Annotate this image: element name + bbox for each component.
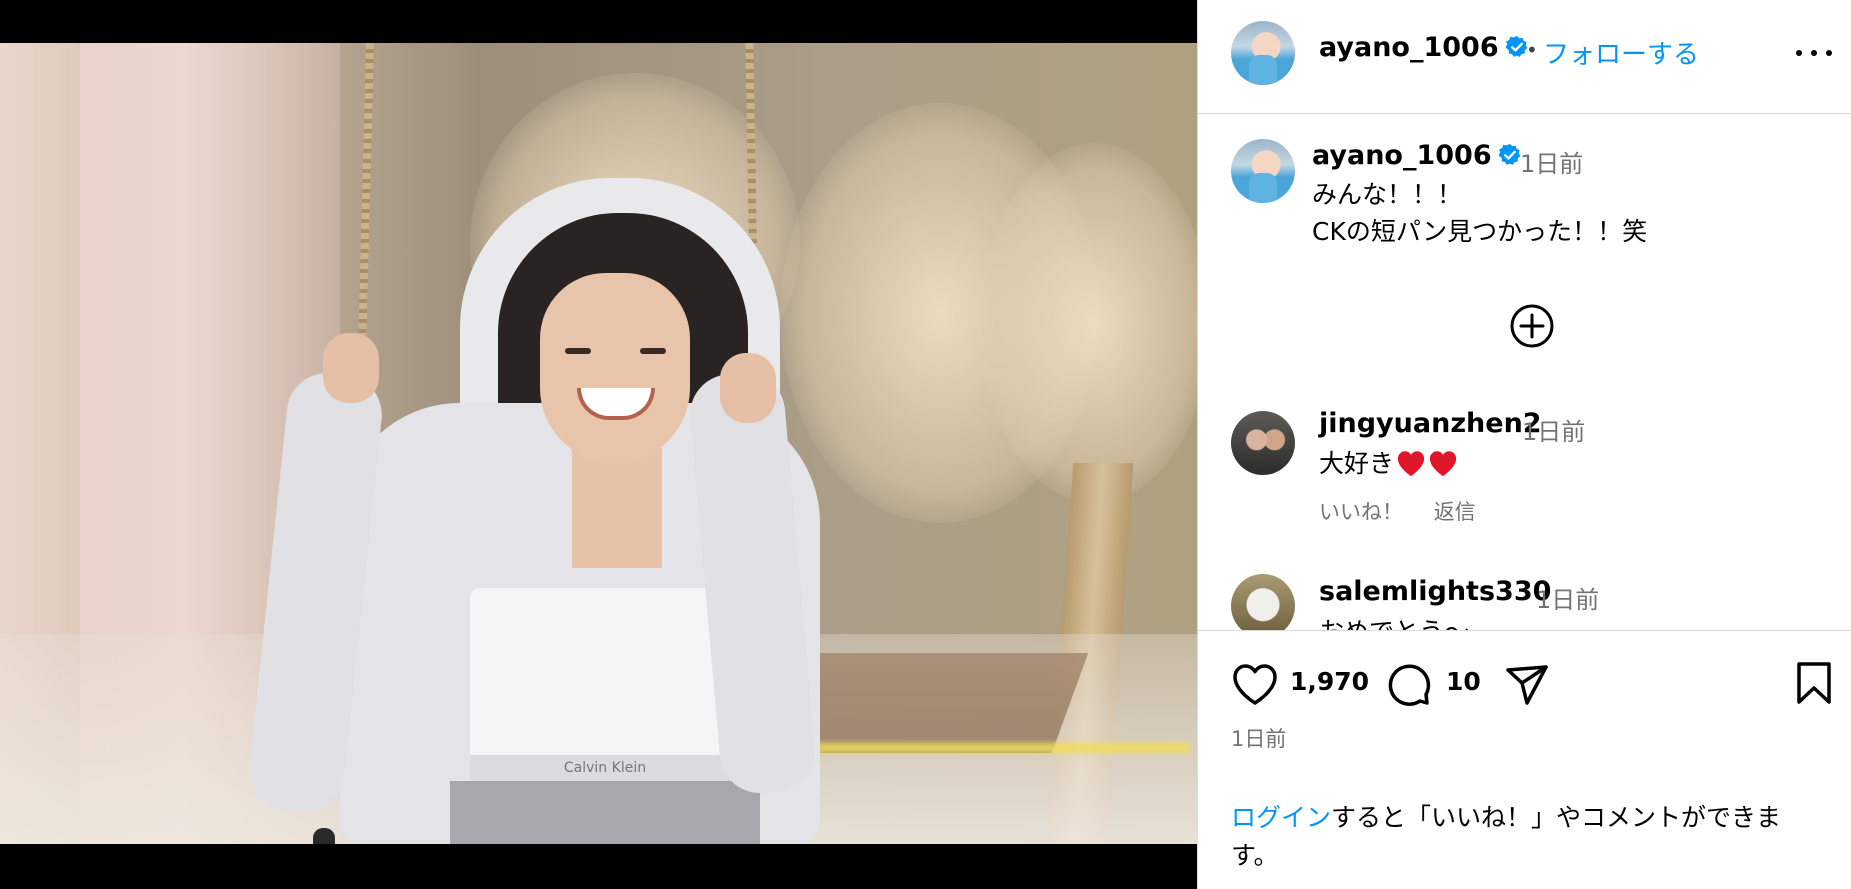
eye bbox=[640, 348, 666, 354]
hand bbox=[720, 353, 776, 423]
commenter-avatar[interactable] bbox=[1231, 574, 1295, 630]
save-bookmark-icon[interactable] bbox=[1794, 660, 1834, 706]
post-sidebar: ayano_1006 • フォローする ayano_1006 1日前 みんな！！… bbox=[1197, 0, 1851, 889]
pampas-grass bbox=[980, 143, 1197, 503]
share-paper-plane-icon[interactable] bbox=[1504, 662, 1550, 708]
post-actions: 1,970 10 1日前 ログインすると「いいね！」やコメントができます。 bbox=[1198, 630, 1851, 889]
like-heart-icon[interactable] bbox=[1231, 661, 1279, 707]
post-photo: Calvin Klein bbox=[0, 43, 1197, 844]
comment-text-body: 大好き bbox=[1319, 449, 1395, 478]
instagram-post-view: Calvin Klein ayano_1006 • フォローする ayano_1… bbox=[0, 0, 1851, 889]
post-header: ayano_1006 • フォローする bbox=[1198, 0, 1851, 114]
caption-timestamp[interactable]: 1日前 bbox=[1520, 144, 1583, 179]
login-prompt: ログインすると「いいね！」やコメントができます。 bbox=[1231, 799, 1821, 875]
author-avatar[interactable] bbox=[1231, 21, 1295, 85]
hand bbox=[323, 333, 379, 403]
post-media[interactable]: Calvin Klein bbox=[0, 0, 1197, 889]
comment-count[interactable]: 10 bbox=[1446, 667, 1481, 696]
follow-button[interactable]: フォローする bbox=[1543, 34, 1699, 71]
comment-bubble-icon[interactable] bbox=[1386, 661, 1432, 707]
like-count[interactable]: 1,970 bbox=[1290, 667, 1369, 696]
comments-list[interactable]: jingyuanzhen2 1日前 大好き いいね！ 返信 salemlight… bbox=[1198, 390, 1851, 630]
post-timestamp[interactable]: 1日前 bbox=[1231, 723, 1286, 753]
caption-username-text[interactable]: ayano_1006 bbox=[1312, 140, 1492, 171]
header-separator: • bbox=[1526, 38, 1538, 62]
comment-text: おめでとう〜 bbox=[1319, 612, 1469, 630]
comment-reply-button[interactable]: 返信 bbox=[1434, 500, 1476, 524]
eye bbox=[565, 348, 591, 354]
caption-username[interactable]: ayano_1006 bbox=[1312, 140, 1522, 171]
login-link[interactable]: ログイン bbox=[1231, 803, 1331, 832]
rope-weight bbox=[313, 828, 335, 844]
author-username[interactable]: ayano_1006 bbox=[1319, 32, 1529, 63]
face bbox=[540, 273, 690, 463]
comment-text: 大好き bbox=[1319, 444, 1458, 480]
red-heart-icon bbox=[1429, 451, 1457, 477]
red-heart-icon bbox=[1397, 451, 1425, 477]
comment-timestamp[interactable]: 1日前 bbox=[1522, 412, 1585, 447]
commenter-avatar[interactable] bbox=[1231, 411, 1295, 475]
caption-text: みんな！！！ CKの短パン見つかった！！笑 bbox=[1312, 180, 1648, 246]
more-options-icon[interactable] bbox=[1796, 38, 1832, 68]
comment-timestamp[interactable]: 1日前 bbox=[1536, 580, 1599, 615]
comment-actions: いいね！ 返信 bbox=[1319, 496, 1500, 526]
commenter-username[interactable]: salemlights330 bbox=[1319, 576, 1551, 607]
commenter-username[interactable]: jingyuanzhen2 bbox=[1319, 408, 1542, 439]
grey-shorts bbox=[450, 781, 760, 844]
load-more-comments-icon[interactable] bbox=[1509, 303, 1555, 349]
neck bbox=[572, 448, 662, 568]
author-username-text[interactable]: ayano_1006 bbox=[1319, 32, 1499, 63]
verified-badge-icon bbox=[1498, 144, 1520, 165]
caption-avatar[interactable] bbox=[1231, 139, 1295, 203]
waistband-logo: Calvin Klein bbox=[470, 755, 740, 781]
comment-like-button[interactable]: いいね！ bbox=[1319, 500, 1403, 524]
